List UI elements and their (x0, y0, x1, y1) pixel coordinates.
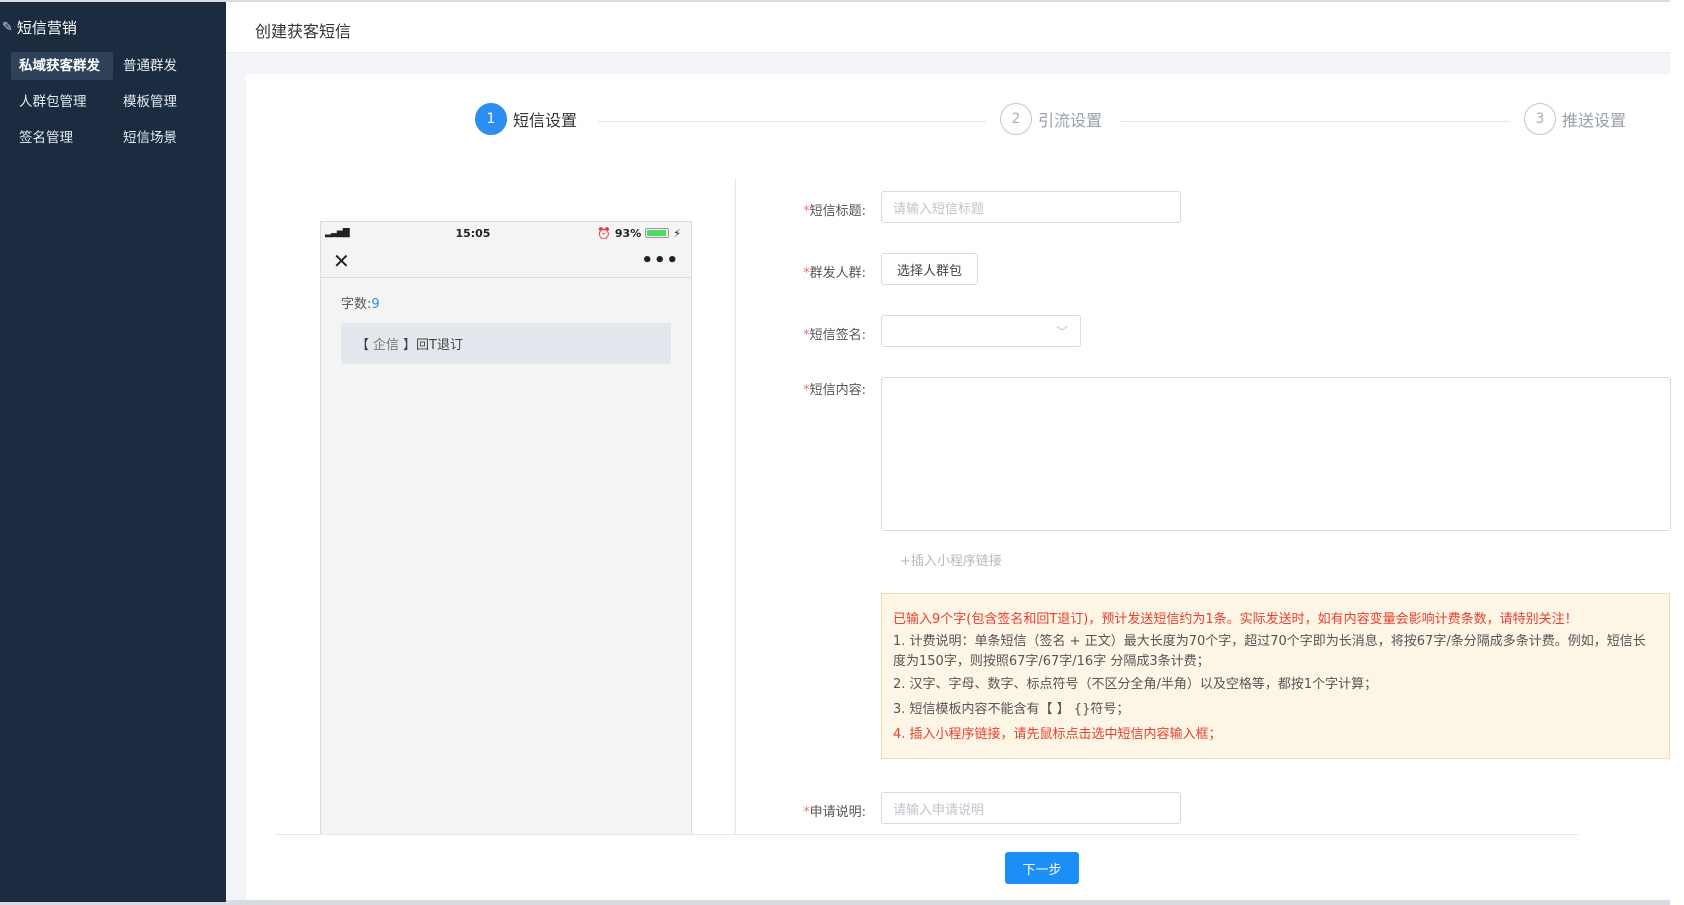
sidebar-title: 短信营销 (16, 18, 77, 37)
phone-preview: ▂▃▅▇ 15:05 ⏰ 93% ⚡ ✕ ••• 字数:9 【 企信 】回T退订 (320, 221, 692, 835)
step-connector (1121, 121, 1510, 122)
step-3[interactable]: 3 推送设置 (1524, 103, 1626, 135)
step-label: 引流设置 (1038, 111, 1103, 130)
sidebar-item-normal-broadcast[interactable]: 普通群发 (115, 52, 217, 80)
char-count-value: 9 (371, 297, 380, 312)
sidebar-header: ✎ 短信营销 (0, 2, 226, 52)
notice-rule-4: 4. 插入小程序链接，请先鼠标点击选中短信内容输入框； (893, 727, 1222, 742)
more-icon: ••• (641, 250, 679, 271)
billing-notice: 已输入9个字(包含签名和回T退订)，预计发送短信约为1条。实际发送时，如有内容变… (881, 593, 1670, 759)
phone-nav-bar: ✕ ••• (321, 244, 691, 278)
step-label: 推送设置 (1562, 111, 1627, 130)
content-label: *短信内容: (803, 383, 866, 398)
edit-icon: ✎ (2, 19, 13, 35)
sidebar-item-private-acquisition[interactable]: 私域获客群发 (11, 52, 113, 80)
notice-headline: 已输入9个字(包含签名和回T退订)，预计发送短信约为1条。实际发送时，如有内容变… (893, 612, 1578, 627)
notice-rule-2: 2. 汉字、字母、数字、标点符号（不区分全角/半角）以及空格等，都按1个字计算； (893, 677, 1378, 692)
sms-content-textarea[interactable] (881, 377, 1671, 531)
chevron-down-icon: ﹀ (1055, 324, 1068, 339)
divider (275, 834, 1578, 835)
phone-time: 15:05 (455, 226, 491, 240)
step-2[interactable]: 2 引流设置 (1000, 103, 1102, 135)
next-step-button[interactable]: 下一步 (1005, 852, 1079, 884)
sms-title-input[interactable]: 请输入短信标题 (881, 191, 1181, 223)
char-count: 字数:9 (341, 297, 380, 312)
charging-icon: ⚡ (673, 226, 681, 240)
step-indicator: 1 短信设置 2 引流设置 3 推送设置 (0, 103, 1684, 139)
notice-rule-1: 1. 计费说明：单条短信（签名 + 正文）最大长度为70个字，超过70个字即为长… (893, 634, 1646, 669)
step-connector (598, 121, 986, 122)
title-label: *短信标题: (803, 204, 866, 219)
crowd-label: *群发人群: (803, 266, 866, 281)
phone-status-bar: ▂▃▅▇ 15:05 ⏰ 93% ⚡ (321, 222, 691, 244)
insert-miniprogram-link[interactable]: +插入小程序链接 (900, 550, 1002, 569)
notice-rule-3: 3. 短信模板内容不能含有【 】 {}符号； (893, 702, 1130, 717)
message-preview: 【 企信 】回T退订 (341, 323, 671, 364)
page-header: 创建获客短信 (226, 2, 1670, 53)
divider (735, 178, 736, 835)
step-label: 短信设置 (513, 111, 578, 130)
apply-description-input[interactable]: 请输入申请说明 (881, 792, 1181, 824)
message-signature: 企信 (373, 338, 400, 353)
apply-label: *申请说明: (803, 805, 866, 820)
battery-icon (645, 228, 670, 238)
close-icon: ✕ (333, 248, 350, 273)
battery-percent: 93% (614, 226, 642, 240)
step-1[interactable]: 1 短信设置 (475, 103, 577, 135)
step-number: 3 (1524, 103, 1556, 135)
signature-label: *短信签名: (803, 328, 866, 343)
step-number: 2 (1000, 103, 1032, 135)
signal-icon: ▂▃▅▇ (325, 228, 350, 238)
page-title: 创建获客短信 (255, 22, 352, 41)
signature-select[interactable]: ﹀ (881, 315, 1081, 347)
step-number: 1 (475, 103, 507, 135)
select-crowd-button[interactable]: 选择人群包 (881, 253, 979, 285)
alarm-icon: ⏰ (597, 226, 611, 240)
